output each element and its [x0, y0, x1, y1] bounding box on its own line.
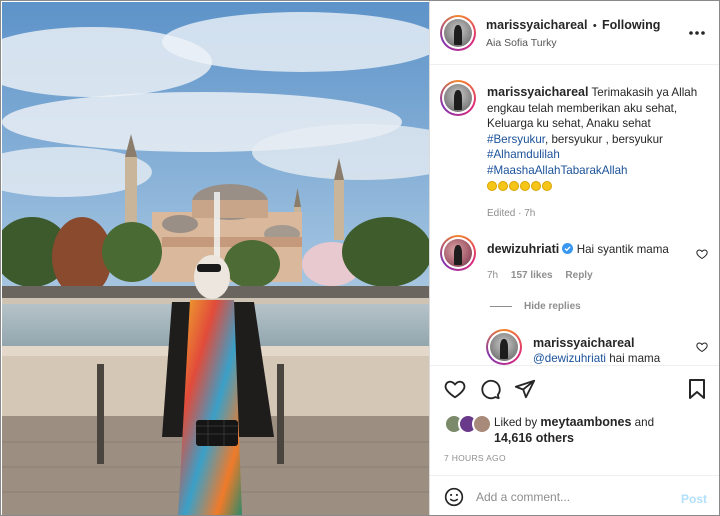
liked-by-user[interactable]: meytaambones [540, 415, 631, 429]
emoji-row [487, 179, 713, 195]
comment-author-username[interactable]: dewizuhriati [487, 242, 559, 256]
liked-by-and: and [634, 416, 655, 429]
hashtag-bersyukur[interactable]: #Bersyukur [487, 133, 545, 146]
like-heart-icon[interactable] [444, 378, 466, 400]
hagia-sophia-photo [2, 2, 429, 515]
comment-text: Hai syantik mama [576, 243, 669, 256]
post-photo[interactable] [2, 2, 429, 515]
smile-emoji-icon [498, 180, 508, 191]
hide-replies-button[interactable]: Hide replies [490, 301, 581, 312]
save-bookmark-icon[interactable] [687, 378, 707, 400]
hide-replies-line [490, 305, 512, 307]
liked-by-prefix: Liked by [494, 416, 538, 429]
author-avatar[interactable] [440, 15, 476, 51]
liker-avatar [472, 414, 492, 434]
caption-line-3: Keluarga ku sehat, Anaku sehat [487, 117, 651, 131]
comment-likes-count[interactable]: 157 likes [511, 270, 553, 281]
verified-badge-icon [562, 243, 574, 254]
hashtag-alhamdulilah[interactable]: #Alhamdulilah [487, 147, 713, 163]
post-timestamp[interactable]: 7 HOURS AGO [444, 453, 506, 463]
separator-dot: • [592, 20, 597, 32]
add-comment-bar: Post [430, 475, 719, 515]
caption: marissyaichareal Terimakasih ya Allah en… [487, 85, 713, 194]
reply-mention[interactable]: @dewizuhriati [533, 352, 606, 365]
reply-text: hai mama [609, 352, 661, 365]
following-button[interactable]: Following [602, 18, 660, 32]
caption-edited-time: Edited · 7h [487, 208, 536, 219]
liked-by-avatars[interactable] [444, 414, 492, 434]
instagram-post-window: marissyaichareal • Following Aia Sofia T… [0, 0, 720, 516]
location-link[interactable]: Aia Sofia Turky [486, 37, 557, 49]
reply-like-heart-icon[interactable] [696, 341, 708, 353]
hide-replies-label: Hide replies [524, 301, 581, 312]
reply-comment: marissyaichareal @dewizuhriati hai mama [533, 336, 660, 366]
more-options-icon[interactable] [688, 25, 706, 41]
share-paper-plane-icon[interactable] [514, 378, 536, 400]
emoji-picker-icon[interactable] [444, 487, 464, 507]
author-username[interactable]: marissyaichareal [486, 18, 587, 32]
caption-line-2: engkau telah memberikan aku sehat, [487, 101, 678, 115]
smile-emoji-icon [509, 180, 519, 191]
post-comment-button[interactable]: Post [681, 492, 707, 506]
post-side-panel: marissyaichareal • Following Aia Sofia T… [429, 1, 719, 515]
caption-author-avatar[interactable] [440, 80, 476, 116]
comment-like-heart-icon[interactable] [696, 248, 708, 260]
comment-meta: 7h 157 likes Reply [487, 270, 593, 281]
comment-age: 7h [487, 270, 499, 281]
smile-emoji-icon [520, 180, 530, 191]
comment-bubble-icon[interactable] [479, 378, 501, 400]
comment-reply-button[interactable]: Reply [565, 270, 592, 281]
post-header: marissyaichareal • Following Aia Sofia T… [430, 1, 719, 65]
comment-input[interactable] [476, 490, 666, 504]
comment-author-avatar[interactable] [440, 235, 476, 271]
smile-emoji-icon [487, 180, 497, 191]
caption-line-1: Terimakasih ya Allah [591, 86, 698, 99]
caption-author-username[interactable]: marissyaichareal [487, 85, 588, 99]
reply-author-avatar[interactable] [486, 329, 522, 365]
hashtag-maashaallah[interactable]: #MaashaAllahTabarakAllah [487, 163, 713, 179]
reply-author-username[interactable]: marissyaichareal [533, 336, 660, 351]
smile-emoji-icon [531, 180, 541, 191]
liked-by-others[interactable]: 14,616 others [494, 431, 574, 445]
liked-by-text: Liked by meytaambones and 14,616 others [494, 415, 694, 446]
smile-emoji-icon [542, 180, 552, 191]
comment-row: dewizuhriati Hai syantik mama [487, 242, 669, 256]
caption-line-4: , bersyukur , bersyukur [545, 132, 663, 146]
